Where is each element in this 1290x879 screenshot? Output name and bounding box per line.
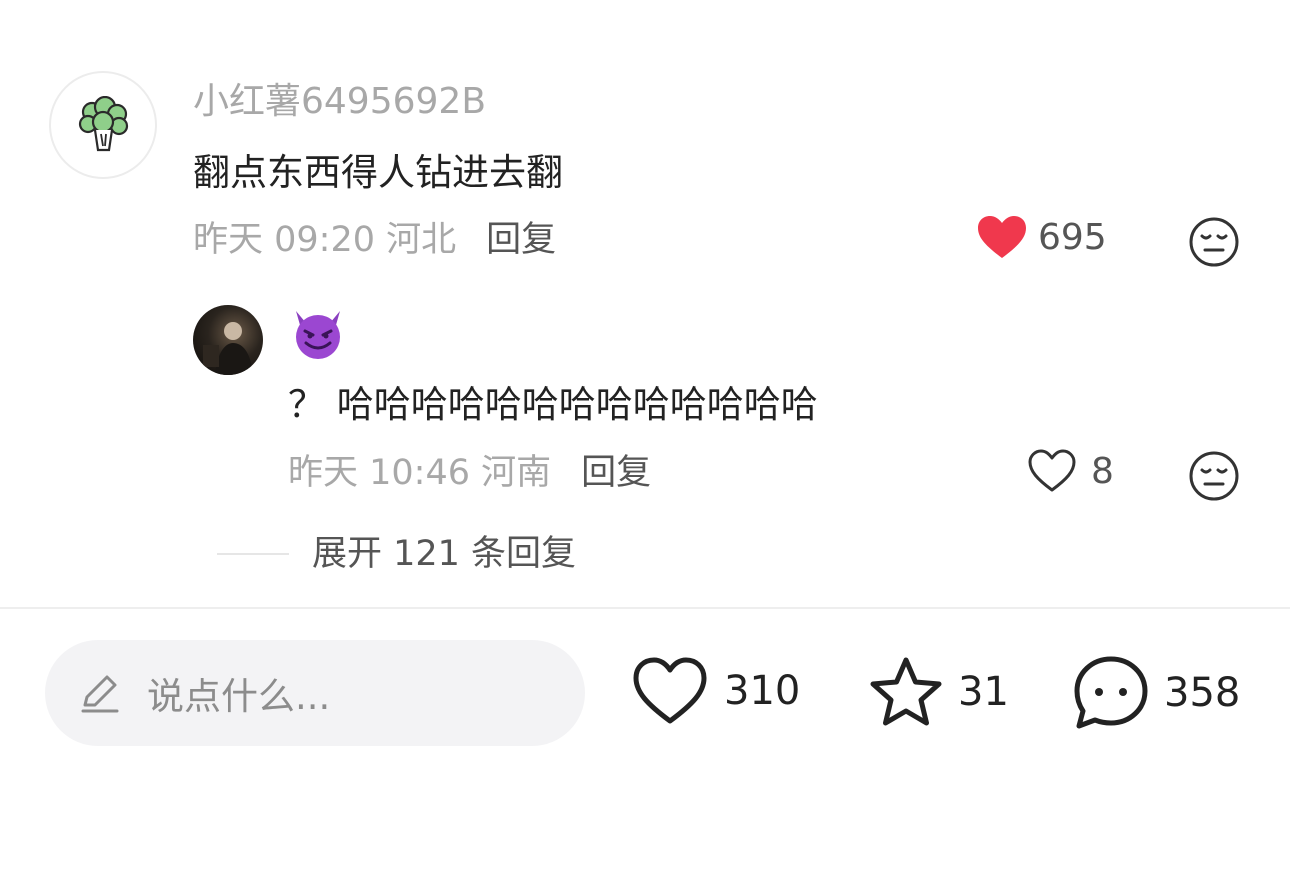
post-comment-count: 358 bbox=[1164, 670, 1241, 716]
reply-timestamp-location: 昨天 10:46 河南 bbox=[288, 453, 552, 493]
reply-avatar[interactable] bbox=[193, 305, 263, 375]
expand-replies-button[interactable]: 展开 121 条回复 bbox=[312, 530, 576, 578]
comment-input-placeholder: 说点什么... bbox=[147, 675, 331, 718]
reply-dislike-button[interactable] bbox=[1188, 450, 1240, 506]
pencil-icon bbox=[81, 675, 119, 713]
smiling-devil-emoji-icon bbox=[296, 311, 340, 359]
post-comment-button[interactable]: 358 bbox=[1072, 654, 1240, 732]
heart-outline-icon bbox=[1028, 449, 1076, 492]
star-outline-icon bbox=[870, 657, 942, 726]
heart-outline-icon bbox=[633, 657, 707, 724]
comment-reply-button[interactable]: 回复 bbox=[486, 220, 556, 260]
expand-divider-line bbox=[217, 553, 289, 555]
person-photo-icon bbox=[203, 322, 253, 375]
broccoli-icon bbox=[78, 96, 129, 152]
comment-meta: 昨天 09:20 河北 回复 bbox=[193, 216, 556, 264]
comment-like-count: 695 bbox=[1038, 216, 1107, 258]
reply-reply-button[interactable]: 回复 bbox=[581, 453, 651, 493]
comment-avatar[interactable] bbox=[49, 71, 157, 179]
post-like-count: 310 bbox=[724, 668, 801, 714]
meh-face-icon bbox=[1189, 217, 1239, 267]
comment-timestamp-location: 昨天 09:20 河北 bbox=[193, 220, 457, 260]
heart-filled-icon bbox=[978, 216, 1026, 258]
reply-like-button[interactable]: 8 bbox=[1027, 448, 1114, 494]
post-collect-button[interactable]: 31 bbox=[868, 655, 1009, 729]
post-like-button[interactable]: 310 bbox=[632, 656, 800, 726]
reply-username[interactable] bbox=[290, 305, 346, 361]
meh-face-icon bbox=[1189, 451, 1239, 501]
comment-input[interactable]: 说点什么... bbox=[45, 640, 585, 746]
comment-text: 翻点东西得人钻进去翻 bbox=[193, 151, 563, 194]
bottom-bar-divider bbox=[0, 607, 1290, 609]
comment-username[interactable]: 小红薯6495692B bbox=[193, 78, 486, 126]
post-collect-count: 31 bbox=[958, 669, 1009, 715]
reply-meta: 昨天 10:46 河南 回复 bbox=[288, 449, 651, 497]
comment-dislike-button[interactable] bbox=[1188, 216, 1240, 272]
reply-like-count: 8 bbox=[1091, 450, 1114, 492]
comment-like-button[interactable]: 695 bbox=[976, 214, 1107, 260]
chat-bubble-icon bbox=[1074, 656, 1148, 729]
reply-text: ？ 哈哈哈哈哈哈哈哈哈哈哈哈哈 bbox=[288, 383, 818, 426]
